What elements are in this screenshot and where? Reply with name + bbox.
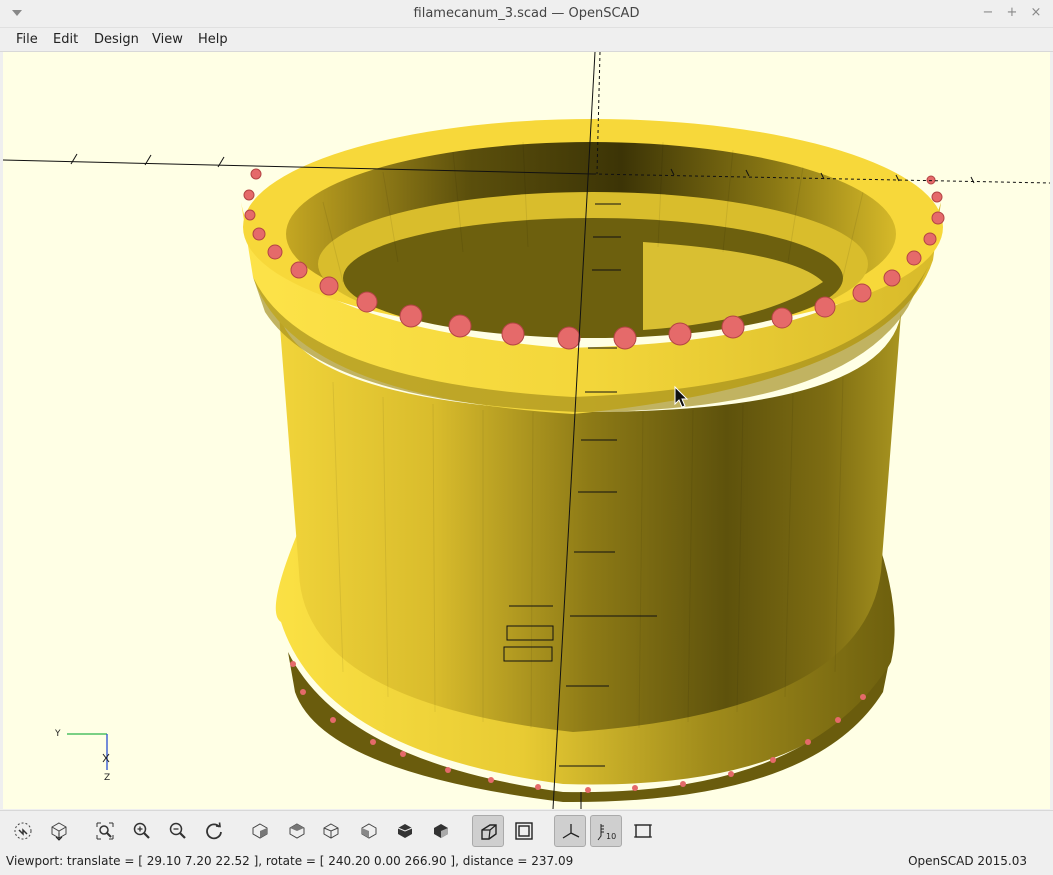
zoom-in-icon	[133, 822, 150, 839]
view-right-icon	[252, 823, 268, 839]
zoom-out-icon	[169, 822, 186, 839]
close-button[interactable]: ×	[1028, 5, 1044, 21]
axes-icon	[562, 824, 580, 839]
view-front-icon	[397, 824, 413, 838]
preview-button[interactable]	[7, 815, 39, 847]
view-back-button[interactable]	[425, 815, 457, 847]
scale-markers-label: 10	[606, 832, 616, 841]
reset-view-icon	[206, 822, 222, 840]
reset-view-button[interactable]	[198, 815, 230, 847]
menu-design[interactable]: Design	[91, 31, 142, 48]
version-label: OpenSCAD 2015.03	[908, 854, 1027, 868]
show-scale-markers-button[interactable]: 10	[590, 815, 622, 847]
maximize-button[interactable]: +	[1004, 5, 1020, 21]
render-button[interactable]	[43, 815, 75, 847]
viewport-status-text: Viewport: translate = [ 29.10 7.20 22.52…	[6, 854, 574, 868]
openscad-window: filamecanum_3.scad — OpenSCAD − + × File…	[0, 0, 1053, 875]
view-bottom-button[interactable]	[315, 815, 347, 847]
3d-viewport[interactable]: Y Z	[3, 52, 1050, 809]
orthogonal-icon	[515, 822, 533, 840]
view-right-button[interactable]	[244, 815, 276, 847]
zoom-in-button[interactable]	[126, 815, 158, 847]
show-axes-button[interactable]	[554, 815, 586, 847]
view-toolbar: 10	[0, 810, 1053, 850]
menu-file[interactable]: File	[13, 31, 41, 48]
view-left-icon	[361, 823, 377, 839]
perspective-button[interactable]	[472, 815, 504, 847]
model-render: Y Z	[3, 52, 1050, 809]
view-bottom-icon	[323, 823, 339, 839]
view-all-button[interactable]	[89, 815, 121, 847]
view-front-button[interactable]	[389, 815, 421, 847]
zoom-out-button[interactable]	[162, 815, 194, 847]
window-title: filamecanum_3.scad — OpenSCAD	[413, 6, 640, 21]
zoom-all-icon	[96, 822, 114, 840]
scale-markers-icon: 10	[597, 824, 616, 841]
view-back-icon	[434, 824, 448, 838]
show-edges-button[interactable]	[627, 815, 659, 847]
edges-icon	[634, 824, 652, 838]
menu-help[interactable]: Help	[195, 31, 231, 48]
axes-orientation-widget: Y Z	[54, 729, 110, 783]
orthogonal-button[interactable]	[508, 815, 540, 847]
render-icon	[51, 822, 67, 841]
view-top-icon	[289, 823, 305, 839]
title-bar: filamecanum_3.scad — OpenSCAD − + ×	[0, 0, 1053, 28]
status-bar: Viewport: translate = [ 29.10 7.20 22.52…	[0, 850, 1053, 875]
axes-y-label: Y	[54, 729, 61, 739]
preview-icon	[14, 822, 32, 840]
menu-view[interactable]: View	[149, 31, 186, 48]
minimize-button[interactable]: −	[980, 5, 996, 21]
axes-z-label: Z	[104, 773, 110, 783]
menu-edit[interactable]: Edit	[50, 31, 81, 48]
view-top-button[interactable]	[281, 815, 313, 847]
menu-bar: File Edit Design View Help	[0, 28, 1053, 52]
view-left-button[interactable]	[353, 815, 385, 847]
perspective-icon	[481, 824, 497, 840]
